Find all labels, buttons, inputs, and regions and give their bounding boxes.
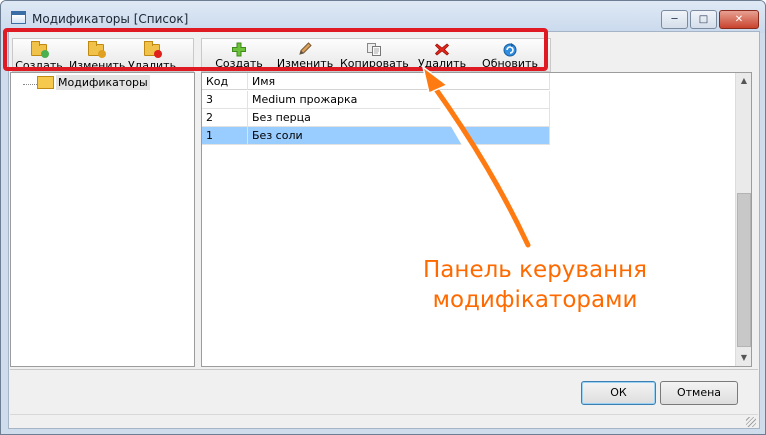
row-code: 3 (202, 91, 248, 108)
main-window: Модификаторы [Список] ─ □ ✕ Создать Изме… (0, 0, 766, 435)
scroll-thumb[interactable] (737, 193, 751, 347)
row-code: 1 (202, 127, 248, 144)
column-header-code[interactable]: Код (202, 73, 248, 90)
table-row[interactable]: 3 Medium прожарка (202, 91, 550, 109)
row-name: Без перца (248, 109, 550, 126)
scroll-down-icon[interactable]: ▼ (736, 350, 752, 366)
annotation-text: Панель керування модифікаторами (399, 255, 671, 315)
window-client-area: Создать Изменить Удалить Создать Изменит… (8, 31, 760, 429)
maximize-button[interactable]: □ (690, 10, 717, 29)
row-name: Medium прожарка (248, 91, 550, 108)
scroll-up-icon[interactable]: ▲ (736, 73, 752, 89)
cancel-button[interactable]: Отмена (660, 381, 738, 405)
modifiers-grid: Код Имя 3 Medium прожарка 2 Без перца 1 … (201, 72, 752, 367)
window-icon (11, 11, 26, 24)
ok-button[interactable]: ОК (581, 381, 656, 405)
tree-connector (23, 84, 37, 85)
groups-tree[interactable]: Модификаторы (10, 72, 195, 367)
toolbar-highlight-frame (3, 28, 548, 71)
vertical-scrollbar[interactable]: ▲ ▼ (735, 73, 751, 366)
annotation-line-2: модифікаторами (432, 287, 638, 313)
grid-header: Код Имя (202, 73, 550, 90)
minimize-button[interactable]: ─ (661, 10, 688, 29)
row-code: 2 (202, 109, 248, 126)
annotation-line-1: Панель керування (423, 257, 647, 283)
close-button[interactable]: ✕ (719, 10, 759, 29)
minimize-icon: ─ (671, 14, 678, 25)
row-name: Без соли (248, 127, 550, 144)
window-title: Модификаторы [Список] (32, 12, 189, 26)
tree-root-item[interactable]: Модификаторы (56, 75, 150, 90)
column-header-name[interactable]: Имя (248, 73, 550, 90)
table-row-selected[interactable]: 1 Без соли (202, 127, 550, 145)
dialog-footer: ОК Отмена (10, 369, 758, 414)
resize-grip-icon[interactable] (746, 417, 756, 427)
table-row[interactable]: 2 Без перца (202, 109, 550, 127)
close-icon: ✕ (734, 14, 744, 25)
status-bar (10, 414, 758, 428)
folder-icon (37, 76, 54, 89)
maximize-icon: □ (698, 14, 709, 25)
